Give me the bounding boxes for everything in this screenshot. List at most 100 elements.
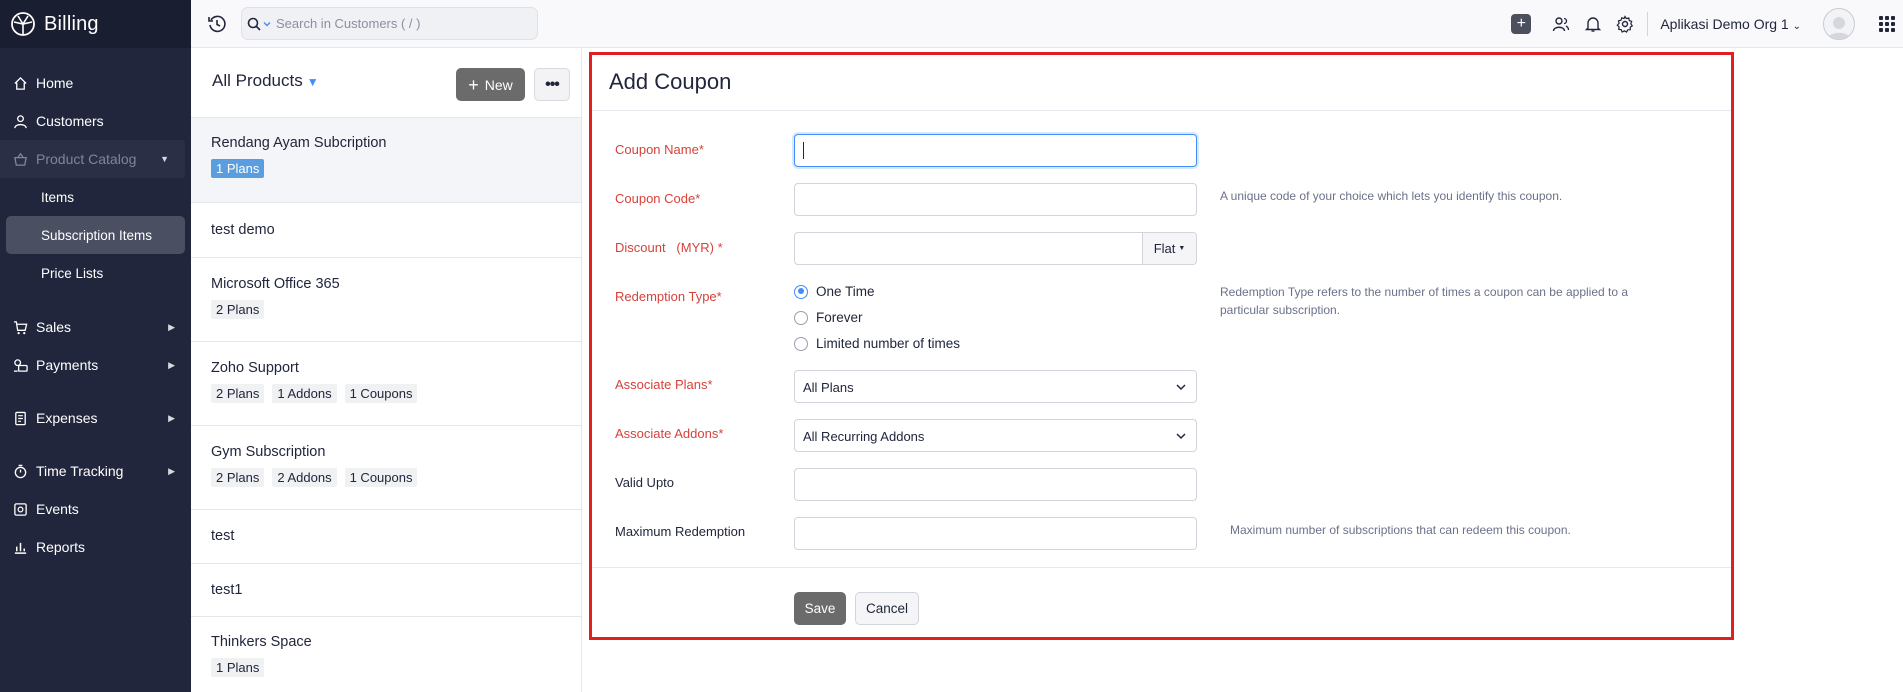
sidebar-item-label: Product Catalog xyxy=(36,151,137,167)
list-item[interactable]: Microsoft Office 365 2 Plans xyxy=(191,258,581,342)
radio-selected[interactable] xyxy=(794,284,808,299)
save-button[interactable]: Save xyxy=(794,592,846,625)
sidebar-item-label: Home xyxy=(36,75,74,91)
redemption-option-limited[interactable]: Limited number of times xyxy=(794,336,960,351)
more-icon: ••• xyxy=(545,75,560,93)
max-redemption-input[interactable] xyxy=(794,517,1197,550)
discount-input[interactable]: Flat ▼ xyxy=(794,232,1197,265)
list-item[interactable]: Zoho Support 2 Plans 1 Addons 1 Coupons xyxy=(191,342,581,426)
sidebar-item-label: Events xyxy=(36,501,79,517)
chevron-down-icon xyxy=(263,21,271,26)
brand[interactable]: Billing xyxy=(0,0,191,48)
cart-icon xyxy=(12,319,28,335)
list-item[interactable]: Thinkers Space 1 Plans xyxy=(191,617,581,692)
org-switcher[interactable]: Aplikasi Demo Org 1 ⌄ xyxy=(1660,16,1801,32)
quick-create-button[interactable]: + xyxy=(1511,14,1532,34)
history-icon[interactable] xyxy=(207,14,227,34)
sidebar-item-label: Price Lists xyxy=(41,265,104,281)
sidebar-item-subscription-items[interactable]: Subscription Items xyxy=(6,216,185,254)
associate-addons-select[interactable]: All Recurring Addons xyxy=(794,419,1197,452)
list-title: All Products xyxy=(212,71,303,90)
sidebar-item-reports[interactable]: Reports xyxy=(0,528,191,566)
sidebar-item-payments[interactable]: Payments ▶ xyxy=(0,346,191,384)
plus-icon: + xyxy=(468,74,479,95)
new-button-label: New xyxy=(484,76,513,93)
sidebar-item-sales[interactable]: Sales ▶ xyxy=(0,308,191,346)
caret-right-icon: ▶ xyxy=(168,359,175,370)
list-item[interactable]: Rendang Ayam Subcription 1 Plans xyxy=(191,118,581,203)
coupon-name-label: Coupon Name* xyxy=(615,142,704,157)
addons-badge: 2 Addons xyxy=(272,468,337,487)
search-icon[interactable] xyxy=(242,8,276,39)
search-input[interactable]: Search in Customers ( / ) xyxy=(276,16,421,31)
addons-badge: 1 Addons xyxy=(272,384,337,403)
radio-label: Limited number of times xyxy=(816,336,961,351)
new-button[interactable]: + New xyxy=(456,68,525,101)
select-value: All Plans xyxy=(803,380,854,395)
sidebar-item-label: Expenses xyxy=(36,410,98,426)
radio[interactable] xyxy=(794,310,808,325)
bell-icon[interactable] xyxy=(1583,14,1603,34)
list-item[interactable]: test xyxy=(191,510,581,564)
sidebar-item-label: Payments xyxy=(36,357,99,373)
discount-type-dropdown[interactable]: Flat ▼ xyxy=(1142,233,1196,264)
chevron-down-icon xyxy=(1176,384,1186,391)
discount-label: Discount (MYR) * xyxy=(615,240,723,255)
redemption-option-one-time[interactable]: One Time xyxy=(794,284,875,299)
list-item[interactable]: test1 xyxy=(191,564,581,617)
payments-icon xyxy=(12,357,28,373)
sidebar-item-product-catalog[interactable]: Product Catalog ▼ xyxy=(0,140,185,178)
app-grid-icon[interactable] xyxy=(1879,16,1895,32)
home-icon xyxy=(12,75,28,91)
sidebar-item-price-lists[interactable]: Price Lists xyxy=(6,254,185,292)
cancel-button[interactable]: Cancel xyxy=(855,592,919,625)
list-item[interactable]: Gym Subscription 2 Plans 2 Addons 1 Coup… xyxy=(191,426,581,510)
text-caret xyxy=(803,142,804,159)
search-bar[interactable]: Search in Customers ( / ) xyxy=(241,7,538,40)
sidebar-item-label: Customers xyxy=(36,113,104,129)
product-name: Thinkers Space xyxy=(211,634,312,650)
top-right-actions: + Aplikasi Demo Org 1 ⌄ xyxy=(1511,0,1903,48)
add-coupon-form: Add Coupon Coupon Name* Coupon Code* A u… xyxy=(589,52,1734,640)
sidebar-item-customers[interactable]: Customers xyxy=(0,102,191,140)
radio-label: Forever xyxy=(816,310,863,325)
sidebar: Billing Home Customers Product Catalog ▼… xyxy=(0,0,191,692)
gear-icon[interactable] xyxy=(1615,14,1635,34)
sidebar-item-items[interactable]: Items xyxy=(6,178,185,216)
list-header: All Products ▼ + New ••• xyxy=(191,48,581,118)
list-view-selector[interactable]: All Products ▼ xyxy=(212,71,319,91)
product-name: Rendang Ayam Subcription xyxy=(211,135,387,151)
list-item[interactable]: test demo xyxy=(191,203,581,258)
divider xyxy=(1647,12,1649,36)
redemption-option-forever[interactable]: Forever xyxy=(794,310,863,325)
associate-plans-select[interactable]: All Plans xyxy=(794,370,1197,403)
select-value: All Recurring Addons xyxy=(803,429,925,444)
radio[interactable] xyxy=(794,336,808,351)
sidebar-item-home[interactable]: Home xyxy=(0,64,191,102)
caret-right-icon: ▶ xyxy=(168,321,175,332)
plans-badge: 1 Plans xyxy=(211,658,265,677)
sidebar-item-events[interactable]: Events xyxy=(0,490,191,528)
valid-upto-input[interactable] xyxy=(794,468,1197,501)
plans-badge: 2 Plans xyxy=(211,384,265,403)
sidebar-item-expenses[interactable]: Expenses ▶ xyxy=(0,399,191,437)
sidebar-item-time-tracking[interactable]: Time Tracking ▶ xyxy=(0,452,191,490)
plans-badge: 2 Plans xyxy=(211,468,265,487)
product-list-pane: All Products ▼ + New ••• Rendang Ayam Subc… xyxy=(191,48,582,692)
coupon-code-input[interactable] xyxy=(794,183,1197,216)
sidebar-item-label: Reports xyxy=(36,539,86,555)
events-icon xyxy=(12,501,28,517)
sidebar-item-label: Subscription Items xyxy=(41,227,153,243)
avatar[interactable] xyxy=(1823,8,1855,40)
caret-down-icon: ▼ xyxy=(160,154,169,164)
more-options-button[interactable]: ••• xyxy=(534,68,570,101)
bar-chart-icon xyxy=(12,539,28,555)
users-icon[interactable] xyxy=(1551,14,1571,34)
redemption-type-label: Redemption Type* xyxy=(615,289,722,304)
chevron-down-icon: ⌄ xyxy=(1792,21,1801,32)
coupon-name-input[interactable] xyxy=(794,134,1197,167)
associate-addons-label: Associate Addons* xyxy=(615,426,724,441)
divider xyxy=(592,110,1731,111)
caret-right-icon: ▶ xyxy=(168,412,175,423)
chevron-down-icon: ▼ xyxy=(306,75,319,89)
